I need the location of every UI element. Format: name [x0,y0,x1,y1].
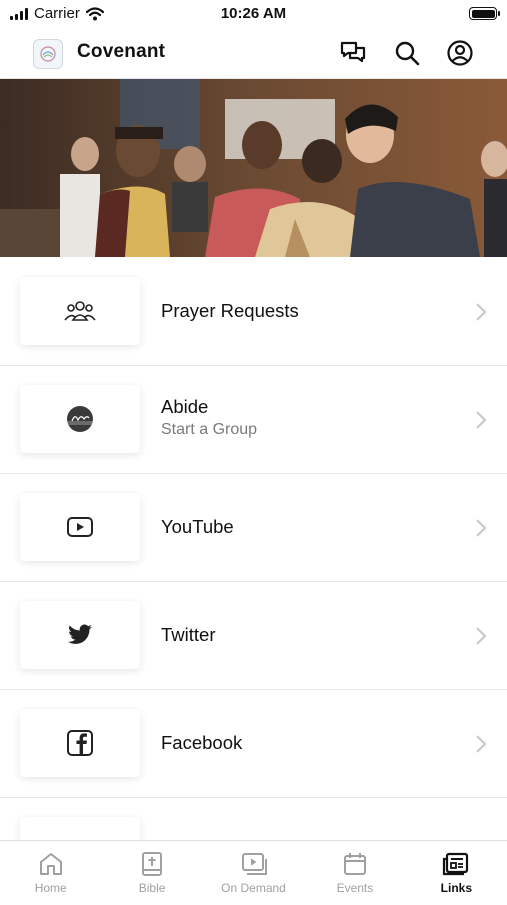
links-icon [443,852,469,876]
calendar-icon [343,853,366,875]
congregation-photo [0,79,507,257]
youtube-icon [67,517,93,537]
messages-icon[interactable] [339,39,367,67]
status-bar: Carrier 10:26 AM [0,0,507,28]
tab-links[interactable]: Links [406,841,507,901]
battery-icon [469,7,500,20]
chevron-right-icon [476,735,487,753]
app-title: Covenant [77,41,166,62]
on-demand-icon [241,853,267,875]
chevron-right-icon [476,411,487,429]
item-thumbnail [20,601,140,669]
tab-bible[interactable]: Bible [101,841,202,901]
chevron-right-icon [476,519,487,537]
prayer-group-icon [64,301,96,321]
tab-label: Links [440,881,472,895]
app-logo [33,39,63,69]
covenant-logo-icon [40,46,56,62]
tab-label: Bible [138,881,166,895]
facebook-icon [67,730,93,756]
chevron-right-icon [476,303,487,321]
item-label: YouTube [161,516,234,537]
tab-events[interactable]: Events [304,841,405,901]
profile-icon[interactable] [446,39,474,67]
item-label: Prayer Requests [161,300,299,321]
item-thumbnail [20,277,140,345]
tab-label: Home [34,881,67,895]
abide-logo-icon [67,406,93,432]
chevron-right-icon [476,627,487,645]
item-subtitle: Start a Group [161,421,258,438]
status-time: 10:26 AM [220,5,287,22]
tab-on-demand[interactable]: On Demand [203,841,304,901]
item-label: Twitter [161,624,216,645]
twitter-icon [68,624,92,644]
list-item-abide[interactable]: Abide Start a Group [0,366,507,474]
list-item-youtube[interactable]: YouTube [0,474,507,582]
hero-image [0,79,507,257]
item-label: Abide [161,396,209,417]
tab-home[interactable]: Home [0,841,101,901]
links-list: Prayer Requests Abide Start a Group YouT… [0,258,507,905]
tab-bar: Home Bible On Demand Events Links [0,840,507,901]
item-label: Facebook [161,732,243,753]
search-icon[interactable] [393,39,421,67]
tab-label: Events [336,881,374,895]
app-header: Covenant [0,28,507,79]
item-thumbnail [20,385,140,453]
item-thumbnail [20,493,140,561]
list-item-facebook[interactable]: Facebook [0,690,507,798]
bible-icon [142,852,163,876]
item-thumbnail [20,709,140,777]
list-item-twitter[interactable]: Twitter [0,582,507,690]
tab-label: On Demand [221,881,286,895]
list-item-prayer-requests[interactable]: Prayer Requests [0,258,507,366]
home-icon [39,853,62,875]
